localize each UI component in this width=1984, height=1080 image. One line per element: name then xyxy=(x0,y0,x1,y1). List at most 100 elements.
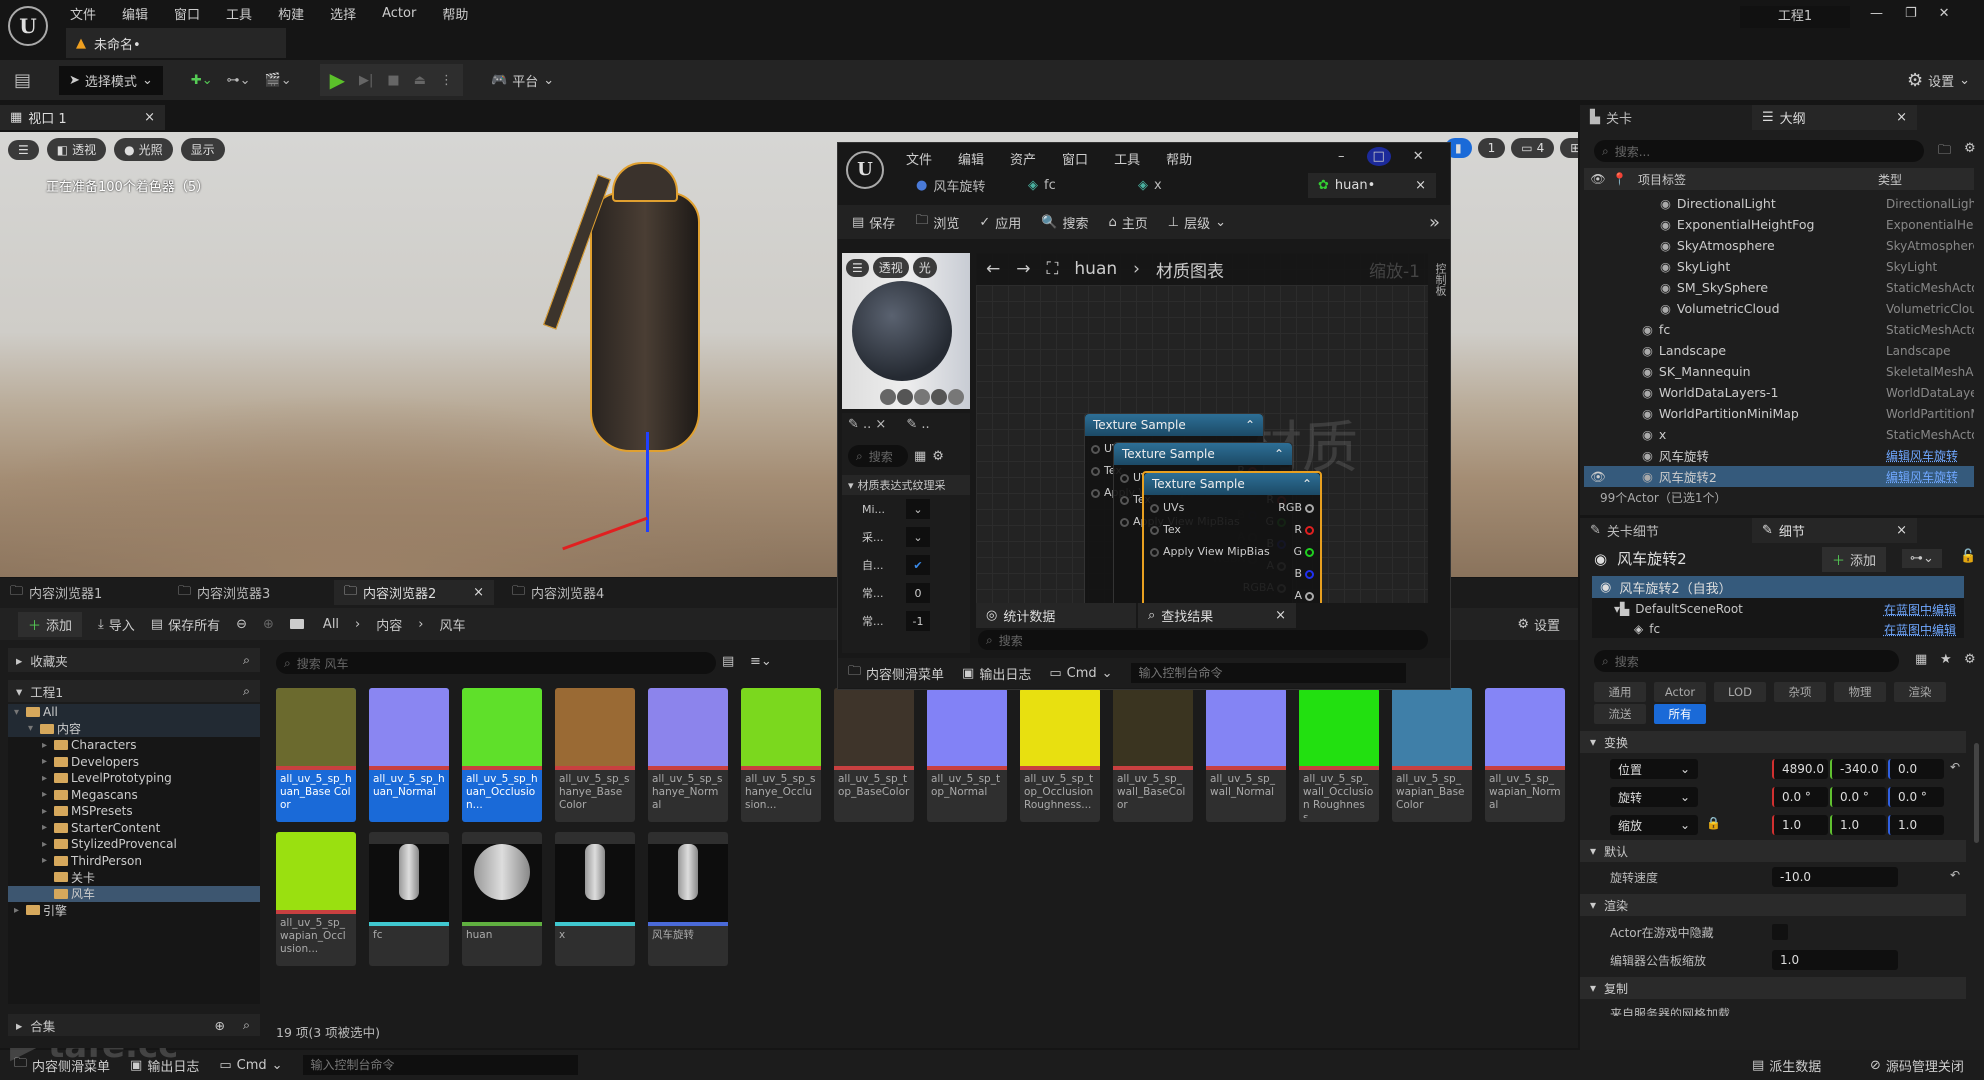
component-root[interactable]: ▾▙ DefaultSceneRoot 在蓝图中编辑 xyxy=(1592,598,1964,620)
source-control-button[interactable]: ⊘ 源码管理关闭 xyxy=(1870,1056,1964,1075)
chevron-down-icon[interactable]: ▾ xyxy=(14,707,26,718)
filter-icon[interactable]: ≡⌄ xyxy=(750,654,772,669)
pin-icon[interactable]: 📍 xyxy=(1612,172,1638,186)
outliner-row[interactable]: 👁 ◉ 风车旋转2 编辑风车旋转 xyxy=(1584,466,1974,487)
chevron-right-icon[interactable]: ▸ xyxy=(42,789,54,800)
folder-tree-item[interactable]: ▸ LevelPrototyping xyxy=(8,770,260,787)
import-button[interactable]: ⤓ 导入 xyxy=(98,615,135,634)
me-menu-file[interactable]: 文件 xyxy=(906,149,932,168)
palette-side-tab[interactable]: 控制板 xyxy=(1432,263,1448,296)
find-results-search[interactable]: ⌕ 搜索 xyxy=(978,630,1428,650)
add-collection-icon[interactable]: ⊕ xyxy=(215,1018,225,1033)
outliner-row[interactable]: ◉ SkyAtmosphere SkyAtmosphere xyxy=(1584,235,1974,256)
viewport-menu-button[interactable]: ☰ xyxy=(8,139,39,160)
more-icon[interactable]: ⋮ xyxy=(440,73,453,88)
gear-icon[interactable]: ⚙ xyxy=(1964,141,1976,156)
stats-tab[interactable]: ◎ 统计数据 xyxy=(976,603,1136,628)
chevron-right-icon[interactable]: ▸ xyxy=(14,905,26,916)
path-windmill[interactable]: 风车 xyxy=(439,615,465,634)
details-scrollbar[interactable] xyxy=(1974,743,1979,843)
node-header[interactable]: Texture Sample ⌃ xyxy=(1114,443,1292,465)
filter-5[interactable]: 渲染 xyxy=(1894,682,1946,702)
content-browser-tab[interactable]: 🗀 内容浏览器3 xyxy=(168,580,328,605)
asset-tile[interactable]: all_uv_5_sp_top_Occlusion Roughness... xyxy=(1020,688,1100,822)
asset-tile[interactable]: all_uv_5_sp_shanye_Normal xyxy=(648,688,728,822)
add-folder-icon[interactable]: 🗀 xyxy=(1938,141,1951,163)
asset-tile[interactable]: 风车旋转 xyxy=(648,832,728,966)
asset-tile[interactable]: huan xyxy=(462,832,542,966)
lighting-button[interactable]: ● 光照 xyxy=(114,138,173,161)
material-preview[interactable]: ☰ 透视 光 xyxy=(842,253,970,409)
node-header[interactable]: Texture Sample ⌃ xyxy=(1144,473,1320,495)
reset-icon[interactable]: ↶ xyxy=(1950,760,1960,774)
visibility-icon[interactable]: 👁 xyxy=(1590,469,1606,485)
add-actor-icon[interactable]: ✚⌄ xyxy=(191,73,213,88)
asset-tile[interactable]: all_uv_5_sp_huan_Occlusion... xyxy=(462,688,542,822)
derived-data-button[interactable]: ▤ 派生数据 xyxy=(1752,1056,1821,1075)
folder-tree-item[interactable]: ▸ 引擎 xyxy=(8,902,260,919)
outliner-search[interactable]: ⌕ 搜索... xyxy=(1594,140,1924,162)
layout-button[interactable]: ⊞ xyxy=(1560,138,1578,158)
chevron-right-icon[interactable]: ▸ xyxy=(42,822,54,833)
path-content[interactable]: 内容 xyxy=(376,615,402,634)
mode-select[interactable]: ➤ 选择模式 ⌄ xyxy=(59,65,163,95)
menu-tools[interactable]: 工具 xyxy=(226,4,252,23)
tab-levels[interactable]: ▙ 关卡 xyxy=(1580,105,1750,130)
close-icon[interactable]: ✕ xyxy=(1939,6,1950,21)
asset-tile[interactable]: all_uv_5_sp_wapian_Occlusion... xyxy=(276,832,356,966)
chevron-right-icon[interactable]: ▸ xyxy=(42,773,54,784)
filter-4[interactable]: 物理 xyxy=(1834,682,1886,702)
console-input[interactable] xyxy=(1130,663,1406,683)
level-tab[interactable]: ▲ 未命名• xyxy=(66,28,286,58)
play-icon[interactable]: ▶ xyxy=(330,68,345,92)
perspective-button[interactable]: ◧ 透视 xyxy=(46,138,107,161)
me-tab-huan[interactable]: ✿ huan• × xyxy=(1308,173,1436,198)
chevron-right-icon[interactable]: ▸ xyxy=(42,806,54,817)
gear-icon[interactable]: ⚙ xyxy=(1964,652,1976,667)
cinematics-icon[interactable]: 🎬⌄ xyxy=(265,73,292,88)
collapse-icon[interactable]: ⌃ xyxy=(1302,477,1312,491)
scale-z[interactable]: 1.0 xyxy=(1888,815,1944,835)
content-browser-tab[interactable]: 🗀 内容浏览器4 xyxy=(502,580,662,605)
eject-icon[interactable]: ⏏ xyxy=(414,73,426,88)
rotate-speed-input[interactable]: -10.0 xyxy=(1772,867,1898,887)
outliner-row[interactable]: ◉ SK_Mannequin SkeletalMeshActor xyxy=(1584,361,1974,382)
outliner-row[interactable]: ◉ ExponentialHeightFog ExponentialHeightFo… xyxy=(1584,214,1974,235)
asset-tile[interactable]: all_uv_5_sp_huan_Base Color xyxy=(276,688,356,822)
me-menu-asset[interactable]: 资产 xyxy=(1010,149,1036,168)
edit-in-blueprint-link[interactable]: 在蓝图中编辑 xyxy=(1884,621,1956,638)
details-search[interactable]: ⌕ 搜索 xyxy=(1594,650,1899,672)
component-self[interactable]: ◉ 风车旋转2（自我） xyxy=(1592,576,1964,598)
favorites-header[interactable]: ▸ 收藏夹 ⌕ xyxy=(8,648,260,672)
forward-icon[interactable]: ⊕ xyxy=(263,617,274,632)
asset-tile[interactable]: fc xyxy=(369,832,449,966)
maximize-icon[interactable]: □ xyxy=(1366,147,1391,166)
material-graph[interactable]: ← → ⛶ huan › 材质图表 缩放-1 材质 Texture Sample ⌃… xyxy=(976,253,1428,603)
folder-tree-item[interactable]: ▸ ThirdPerson xyxy=(8,853,260,870)
menu-help[interactable]: 帮助 xyxy=(442,4,468,23)
me-home-button[interactable]: ⌂ 主页 xyxy=(1108,213,1147,232)
folder-tree-item[interactable]: ▸ Megascans xyxy=(8,787,260,804)
me-menu-tools[interactable]: 工具 xyxy=(1114,149,1140,168)
asset-tile[interactable]: all_uv_5_sp_huan_Normal xyxy=(369,688,449,822)
filter-1[interactable]: Actor xyxy=(1654,682,1706,702)
rotation-z[interactable]: 0.0 ° xyxy=(1888,787,1944,807)
project-header[interactable]: ▾ 工程1 ⌕ xyxy=(8,680,260,702)
folder-tree-item[interactable]: ▸ StarterContent xyxy=(8,820,260,837)
me-menu-window[interactable]: 窗口 xyxy=(1062,149,1088,168)
output-pin[interactable]: B xyxy=(1294,567,1314,580)
lock-icon[interactable]: 🔓 xyxy=(1960,549,1976,564)
asset-tile[interactable]: all_uv_5_sp_shanye_Occlusion... xyxy=(741,688,821,822)
me-prop-value[interactable]: -1 xyxy=(906,611,930,631)
search-icon[interactable]: ⌕ xyxy=(243,683,250,699)
me-prop-value[interactable]: ⌄ xyxy=(906,527,930,547)
output-log-button[interactable]: ▣ 输出日志 xyxy=(962,664,1031,683)
filter-0[interactable]: 通用 xyxy=(1594,682,1646,702)
me-search-button[interactable]: 🔍 搜索 xyxy=(1041,213,1088,232)
menu-window[interactable]: 窗口 xyxy=(174,4,200,23)
category-transform[interactable]: ▾ 变换 xyxy=(1580,731,1966,753)
save-search-icon[interactable]: ▤ xyxy=(722,654,734,669)
close-icon[interactable]: × xyxy=(1896,110,1907,125)
menu-select[interactable]: 选择 xyxy=(330,4,356,23)
location-z[interactable]: 0.0 xyxy=(1888,759,1944,779)
